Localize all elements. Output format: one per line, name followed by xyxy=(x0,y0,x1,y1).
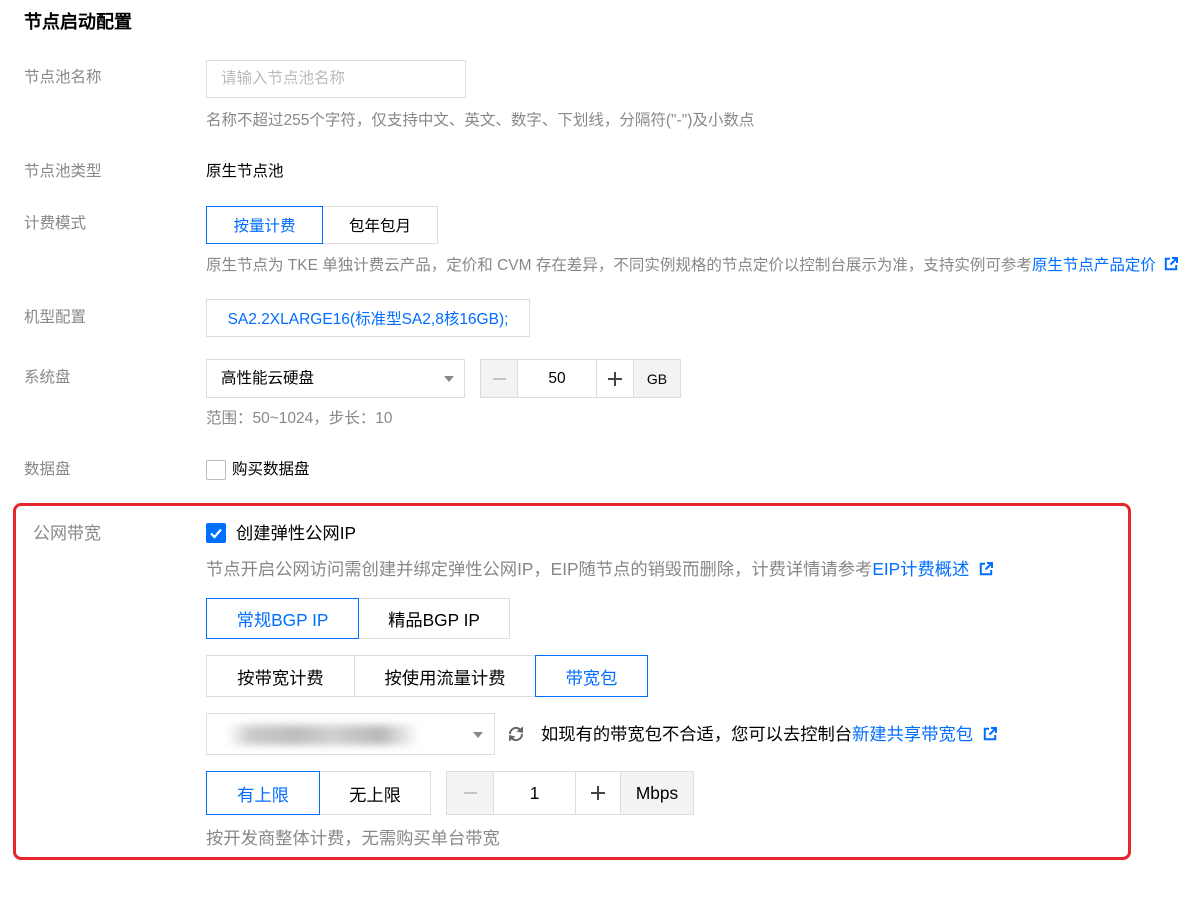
public-bandwidth-label: 公网带宽 xyxy=(33,524,101,543)
instance-type-label: 机型配置 xyxy=(24,309,87,326)
create-eip-label[interactable]: 创建弹性公网IP xyxy=(236,522,356,544)
plus-icon xyxy=(591,786,605,800)
eip-help: 节点开启公网访问需创建并绑定弹性公网IP，EIP随节点的销毁而删除，计费详情请参… xyxy=(206,558,994,580)
disk-size-decrement-button[interactable] xyxy=(480,359,518,398)
data-disk-label: 数据盘 xyxy=(24,461,71,478)
bandwidth-decrement-button[interactable] xyxy=(446,771,494,815)
plus-icon xyxy=(608,371,622,386)
bandwidth-help: 按开发商整体计费，无需购买单台带宽 xyxy=(206,828,500,848)
obscured-package-value xyxy=(227,725,419,745)
buy-data-disk-label[interactable]: 购买数据盘 xyxy=(232,459,310,481)
minus-icon xyxy=(463,792,477,794)
eip-help-text: 节点开启公网访问需创建并绑定弹性公网IP，EIP随节点的销毁而删除，计费详情请参… xyxy=(206,559,873,579)
system-disk-type-value: 高性能云硬盘 xyxy=(221,370,315,387)
bandwidth-package-hint: 如现有的带宽包不合适，您可以去控制台新建共享带宽包 xyxy=(541,723,998,745)
create-shared-bandwidth-package-link[interactable]: 新建共享带宽包 xyxy=(852,724,973,744)
caret-down-icon xyxy=(473,732,483,738)
system-disk-type-select[interactable]: 高性能云硬盘 xyxy=(206,359,465,398)
system-disk-help: 范围：50~1024，步长：10 xyxy=(206,410,393,427)
instance-type-selector[interactable]: SA2.2XLARGE16(标准型SA2,8核16GB); xyxy=(206,299,530,337)
minus-icon xyxy=(492,377,506,380)
billing-type-by-bandwidth[interactable]: 按带宽计费 xyxy=(206,655,355,697)
pool-type-value: 原生节点池 xyxy=(206,163,284,180)
bandwidth-package-select[interactable] xyxy=(206,713,495,755)
node-launch-config-panel: 节点启动配置 节点池名称 名称不超过255个字符，仅支持中文、英文、数字、下划线… xyxy=(0,0,1196,914)
pool-name-label: 节点池名称 xyxy=(24,69,102,86)
billing-mode-help: 原生节点为 TKE 单独计费云产品，定价和 CVM 存在差异，不同实例规格的节点… xyxy=(206,255,1178,277)
bandwidth-unit: Mbps xyxy=(620,771,694,815)
limit-option-capped[interactable]: 有上限 xyxy=(206,771,320,815)
check-icon xyxy=(210,528,222,539)
pool-name-help: 名称不超过255个字符，仅支持中文、英文、数字、下划线，分隔符("-")及小数点 xyxy=(206,112,755,129)
bandwidth-package-hint-text: 如现有的带宽包不合适，您可以去控制台 xyxy=(541,724,853,744)
billing-option-pay-as-you-go[interactable]: 按量计费 xyxy=(206,206,323,244)
refresh-icon[interactable] xyxy=(507,725,525,743)
caret-down-icon xyxy=(444,376,454,382)
external-link-icon[interactable] xyxy=(983,727,998,741)
create-eip-checkbox[interactable] xyxy=(206,523,226,543)
pool-type-label: 节点池类型 xyxy=(24,163,102,180)
billing-mode-help-text: 原生节点为 TKE 单独计费云产品，定价和 CVM 存在差异，不同实例规格的节点… xyxy=(206,257,1032,274)
pool-name-input[interactable] xyxy=(206,60,466,98)
billing-mode-label: 计费模式 xyxy=(24,215,87,232)
limit-option-uncapped[interactable]: 无上限 xyxy=(319,771,431,815)
billing-type-bandwidth-package[interactable]: 带宽包 xyxy=(535,655,648,697)
line-type-standard-bgp[interactable]: 常规BGP IP xyxy=(206,598,359,639)
eip-billing-overview-link[interactable]: EIP计费概述 xyxy=(872,559,969,579)
external-link-icon[interactable] xyxy=(1164,257,1178,271)
line-type-premium-bgp[interactable]: 精品BGP IP xyxy=(358,598,510,639)
native-node-pricing-link[interactable]: 原生节点产品定价 xyxy=(1032,257,1156,274)
disk-size-increment-button[interactable] xyxy=(596,359,634,398)
buy-data-disk-checkbox[interactable] xyxy=(206,460,226,480)
bandwidth-increment-button[interactable] xyxy=(575,771,621,815)
system-disk-label: 系统盘 xyxy=(24,369,71,386)
billing-option-monthly[interactable]: 包年包月 xyxy=(322,206,438,244)
disk-size-input[interactable]: 50 xyxy=(517,359,597,398)
disk-size-unit: GB xyxy=(633,359,681,398)
external-link-icon[interactable] xyxy=(979,562,994,576)
billing-type-by-traffic[interactable]: 按使用流量计费 xyxy=(354,655,536,697)
section-title: 节点启动配置 xyxy=(24,12,132,32)
bandwidth-value-input[interactable]: 1 xyxy=(493,771,576,815)
